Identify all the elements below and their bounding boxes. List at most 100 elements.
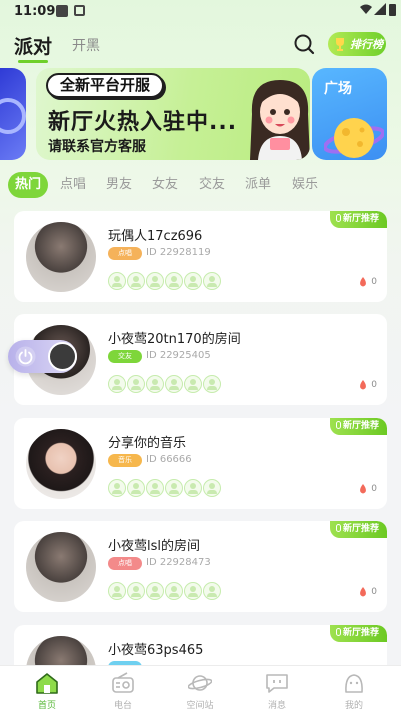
room-heat-value: 0: [371, 587, 377, 597]
new-room-badge: 新厅推荐: [330, 211, 387, 228]
empty-seat-icon: [146, 375, 164, 393]
empty-seat-icon: [184, 479, 202, 497]
mic-seats: [108, 479, 221, 497]
empty-seat-icon: [127, 375, 145, 393]
room-heat-value: 0: [371, 484, 377, 494]
room-heat: 0: [359, 277, 377, 287]
gallery-notification-icon: [56, 5, 68, 17]
new-room-badge: 新厅推荐: [330, 625, 387, 642]
empty-seat-icon: [108, 582, 126, 600]
empty-seat-icon: [165, 479, 183, 497]
flame-icon: [360, 484, 367, 494]
flame-icon: [360, 587, 367, 597]
signal-icon: [374, 3, 386, 15]
room-name: 玩偶人17cz696: [108, 229, 203, 244]
profile-icon: [345, 674, 363, 693]
room-card[interactable]: 玩偶人17cz696 点唱 ID 22928119 0 新厅推荐: [14, 211, 387, 302]
room-id: ID 66666: [146, 454, 192, 465]
room-heat-value: 0: [371, 277, 377, 287]
room-card[interactable]: 小夜莺lsl的房间 点唱 ID 22928473 0 新厅推荐: [14, 521, 387, 612]
banner-pill: 全新平台开服: [46, 73, 165, 98]
new-room-badge: 新厅推荐: [330, 521, 387, 538]
search-icon[interactable]: [292, 32, 316, 56]
room-avatar: [26, 222, 96, 292]
tab-girlfriend[interactable]: 女友: [148, 172, 182, 198]
room-name: 小夜莺lsl的房间: [108, 539, 200, 554]
banner-previous-slide[interactable]: [0, 68, 26, 160]
empty-seat-icon: [203, 479, 221, 497]
banner-headline: 新厅火热入驻中...: [48, 110, 238, 135]
room-card[interactable]: 分享你的音乐 音乐 ID 66666 0 新厅推荐: [14, 418, 387, 509]
room-category-tag: 交友: [108, 350, 142, 363]
empty-seat-icon: [165, 582, 183, 600]
empty-seat-icon: [127, 272, 145, 290]
banner-carousel[interactable]: 全新平台开服 新厅火热入驻中... 请联系官方客服 广场: [0, 68, 401, 164]
nav-radio[interactable]: 电台: [93, 672, 153, 712]
empty-seat-icon: [184, 375, 202, 393]
category-tabs: 热门 点唱 男友 女友 交友 派单 娱乐: [0, 172, 401, 198]
banner-girl-illustration: [250, 80, 310, 160]
empty-seat-icon: [203, 272, 221, 290]
nav-messages-label: 消息: [267, 701, 286, 711]
planet-icon: [188, 675, 212, 691]
empty-seat-icon: [165, 375, 183, 393]
room-category-tag: 音乐: [108, 454, 142, 467]
room-card[interactable]: 小夜莺63ps465 新厅推荐: [14, 625, 387, 665]
new-room-badge-label: 新厅推荐: [343, 421, 380, 431]
nav-space-station[interactable]: 空间站: [170, 672, 230, 712]
empty-seat-icon: [108, 479, 126, 497]
nav-space-station-label: 空间站: [186, 701, 214, 711]
leaderboard-label: 排行榜: [350, 38, 383, 51]
banner-subline: 请联系官方客服: [48, 139, 146, 155]
empty-seat-icon: [203, 375, 221, 393]
room-heat: 0: [359, 587, 377, 597]
tab-song-request[interactable]: 点唱: [56, 172, 90, 198]
room-heat: 0: [359, 484, 377, 494]
new-room-badge-label: 新厅推荐: [343, 628, 380, 638]
banner-next-slide[interactable]: 广场: [312, 68, 387, 160]
banner-main-slide[interactable]: 全新平台开服 新厅火热入驻中... 请联系官方客服: [36, 68, 310, 160]
message-icon: [266, 674, 288, 693]
empty-seat-icon: [108, 272, 126, 290]
empty-seat-icon: [184, 582, 202, 600]
mic-icon: [336, 214, 341, 222]
top-nav: 派对 开黑 排行榜: [0, 24, 401, 64]
status-time: 11:09: [14, 4, 56, 19]
tab-gaming[interactable]: 开黑: [72, 35, 100, 55]
empty-seat-icon: [127, 479, 145, 497]
nfc-notification-icon: [74, 5, 85, 16]
tab-hot[interactable]: 热门: [8, 172, 48, 198]
empty-seat-icon: [146, 479, 164, 497]
room-id: ID 22925405: [146, 350, 211, 361]
nav-home[interactable]: 首页: [17, 672, 77, 712]
nav-home-label: 首页: [37, 701, 56, 711]
tab-social[interactable]: 交友: [195, 172, 229, 198]
nav-messages[interactable]: 消息: [247, 672, 307, 712]
nav-profile-label: 我的: [344, 701, 363, 711]
room-category-tag: 点唱: [108, 247, 142, 260]
status-bar: 11:09: [0, 0, 401, 24]
home-icon: [36, 673, 58, 694]
power-icon[interactable]: [15, 346, 36, 367]
empty-seat-icon: [184, 272, 202, 290]
floating-room-toggle[interactable]: [8, 340, 77, 373]
new-room-badge-label: 新厅推荐: [343, 524, 380, 534]
floating-room-avatar: [48, 342, 77, 371]
tab-entertainment[interactable]: 娱乐: [288, 172, 322, 198]
nav-profile[interactable]: 我的: [324, 672, 384, 712]
mic-seats: [108, 272, 221, 290]
flame-icon: [360, 380, 367, 390]
tab-party[interactable]: 派对: [14, 32, 52, 63]
leaderboard-button[interactable]: 排行榜: [328, 32, 386, 56]
empty-seat-icon: [203, 582, 221, 600]
radio-icon: [112, 672, 134, 693]
room-heat: 0: [359, 380, 377, 390]
wifi-icon: [360, 4, 372, 14]
room-avatar: [26, 429, 96, 499]
tab-dispatch[interactable]: 派单: [241, 172, 275, 198]
tab-boyfriend[interactable]: 男友: [102, 172, 136, 198]
nav-radio-label: 电台: [113, 701, 132, 711]
mic-icon: [336, 628, 341, 636]
new-room-badge-label: 新厅推荐: [343, 214, 380, 224]
mic-seats: [108, 375, 221, 393]
